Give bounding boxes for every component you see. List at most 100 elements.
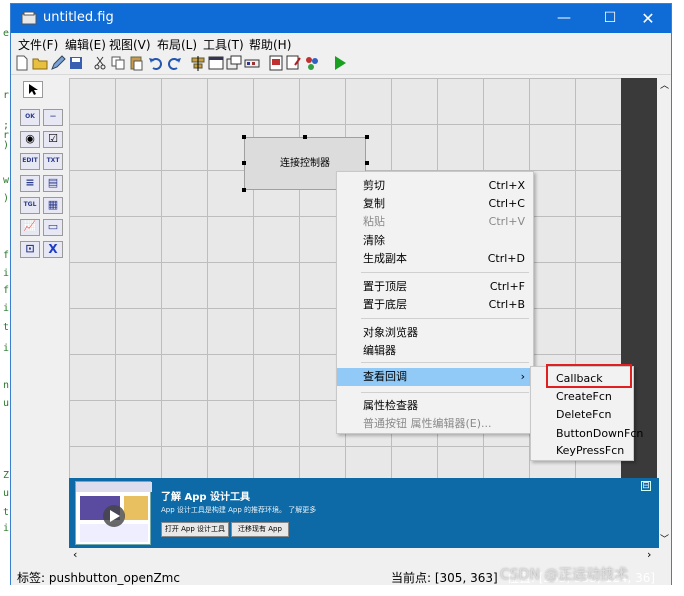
radio-button-tool-icon[interactable]: ◉ xyxy=(20,131,40,148)
context-menu-item[interactable]: 置于顶层 Ctrl+F xyxy=(337,278,533,296)
app-designer-banner: 了解 App 设计工具 App 设计工具是构建 App 的推荐环境。 了解更多 … xyxy=(69,478,659,550)
popup-menu-tool-icon[interactable]: ≡ xyxy=(20,175,40,192)
context-menu-item[interactable]: 生成副本 Ctrl+D xyxy=(337,250,533,268)
title-bar[interactable]: untitled.fig — ☐ ✕ xyxy=(11,4,671,33)
menu-separator xyxy=(361,318,529,319)
menu-tools[interactable]: 工具(T) xyxy=(203,36,244,53)
save-icon[interactable] xyxy=(68,55,84,71)
static-text-tool-icon[interactable]: TXT xyxy=(43,153,63,170)
checkbox-tool-icon[interactable]: ☑ xyxy=(43,131,63,148)
menu-item-label: 编辑器 xyxy=(363,344,396,357)
editor-icon[interactable] xyxy=(268,55,284,71)
context-menu-item[interactable]: 粘贴 Ctrl+V xyxy=(337,213,533,231)
scroll-left-icon[interactable]: ‹ xyxy=(73,548,77,561)
context-menu-item[interactable]: 普通按钮 属性编辑器(E)... xyxy=(337,415,533,433)
submenu-item[interactable]: CreateFcn xyxy=(556,390,612,403)
component-palette: OK — ◉ ☑ EDIT TXT ≡ ▤ TGL ▦ 📈 ▭ ⊡ X xyxy=(11,75,67,545)
context-menu-item[interactable]: 清除 xyxy=(337,232,533,250)
banner-text: App 设计工具是构建 App 的推荐环境。 了解更多 xyxy=(161,506,317,514)
tab-order-icon[interactable] xyxy=(226,55,242,71)
menu-item-shortcut: › xyxy=(520,370,525,383)
redo-icon[interactable] xyxy=(166,55,182,71)
menu-separator xyxy=(361,362,529,363)
menu-item-label: 置于顶层 xyxy=(363,280,407,293)
migrate-app-button[interactable]: 迁移现有 App xyxy=(231,522,289,537)
collapse-banner-icon[interactable]: ⊟ xyxy=(641,481,651,491)
resize-handle[interactable] xyxy=(242,188,246,192)
scroll-right-icon[interactable]: › xyxy=(647,548,651,561)
toolbar-editor-icon[interactable] xyxy=(244,55,260,71)
resize-handle[interactable] xyxy=(242,135,246,139)
editor-margin-char: ) xyxy=(3,140,10,151)
editor-margin-char: u xyxy=(3,488,10,499)
menu-file[interactable]: 文件(F) xyxy=(18,36,58,53)
submenu-item[interactable]: ButtonDownFcn xyxy=(556,427,643,440)
table-tool-icon[interactable]: ▦ xyxy=(43,197,63,214)
context-menu-item[interactable]: 属性检查器 xyxy=(337,397,533,415)
activex-tool-icon[interactable]: X xyxy=(43,241,63,258)
context-menu-item[interactable]: 查看回调 › xyxy=(337,368,533,386)
minimize-button[interactable]: — xyxy=(541,4,587,33)
submenu-item[interactable]: KeyPressFcn xyxy=(556,444,624,457)
toolbar xyxy=(11,53,671,75)
context-menu-item[interactable]: 编辑器 xyxy=(337,342,533,360)
resize-handle[interactable] xyxy=(365,161,369,165)
banner-video-thumbnail[interactable] xyxy=(75,481,152,545)
scroll-up-icon[interactable]: ︿ xyxy=(660,78,669,91)
editor-margin-char: ) xyxy=(3,193,10,204)
context-menu: 剪切 Ctrl+X 复制 Ctrl+C 粘贴 Ctrl+V 清除生成副本 Ctrl+D 置于顶层… xyxy=(336,171,534,434)
menu-edit[interactable]: 编辑(E) xyxy=(65,36,106,53)
status-current-point: 当前点: [305, 363] xyxy=(391,571,498,585)
editor-margin-char: i xyxy=(3,303,10,314)
paste-icon[interactable] xyxy=(128,55,144,71)
vertical-scrollbar[interactable]: ︿ ﹀ xyxy=(659,76,671,548)
scroll-down-icon[interactable]: ﹀ xyxy=(660,532,669,545)
resize-handle[interactable] xyxy=(303,135,307,139)
select-tool-icon[interactable] xyxy=(23,81,43,98)
run-icon[interactable] xyxy=(332,55,348,71)
menu-item-label: 清除 xyxy=(363,234,385,247)
cut-icon[interactable] xyxy=(92,55,108,71)
new-file-icon[interactable] xyxy=(14,55,30,71)
window-title: untitled.fig xyxy=(43,10,114,25)
submenu-item[interactable]: DeleteFcn xyxy=(556,408,612,421)
property-inspector-icon[interactable] xyxy=(286,55,302,71)
horizontal-scrollbar[interactable]: ‹ › xyxy=(69,548,659,562)
menu-item-shortcut: Ctrl+X xyxy=(488,179,525,192)
copy-icon[interactable] xyxy=(110,55,126,71)
object-browser-icon[interactable] xyxy=(304,55,320,71)
editor-margin-char: n xyxy=(3,380,10,391)
context-menu-item[interactable]: 置于底层 Ctrl+B xyxy=(337,296,533,314)
listbox-tool-icon[interactable]: ▤ xyxy=(43,175,63,192)
axes-tool-icon[interactable]: 📈 xyxy=(20,219,40,236)
menu-editor-icon[interactable] xyxy=(208,55,224,71)
menu-layout[interactable]: 布局(L) xyxy=(157,36,197,53)
context-menu-item[interactable]: 剪切 Ctrl+X xyxy=(337,177,533,195)
undo-icon[interactable] xyxy=(148,55,164,71)
pushbutton-tool-icon[interactable]: OK xyxy=(20,109,40,126)
menu-item-label: 生成副本 xyxy=(363,252,407,265)
resize-handle[interactable] xyxy=(242,161,246,165)
context-menu-item[interactable]: 复制 Ctrl+C xyxy=(337,195,533,213)
panel-tool-icon[interactable]: ▭ xyxy=(43,219,63,236)
edit-text-tool-icon[interactable]: EDIT xyxy=(20,153,40,170)
menu-view[interactable]: 视图(V) xyxy=(109,36,151,53)
editor-margin-char: i xyxy=(3,523,10,534)
open-folder-icon[interactable] xyxy=(32,55,48,71)
button-group-tool-icon[interactable]: ⊡ xyxy=(20,241,40,258)
menu-separator xyxy=(361,272,529,273)
resize-handle[interactable] xyxy=(365,135,369,139)
open-app-designer-button[interactable]: 打开 App 设计工具 xyxy=(161,522,229,537)
context-menu-item[interactable]: 对象浏览器 xyxy=(337,324,533,342)
slider-tool-icon[interactable]: — xyxy=(43,109,63,126)
close-button[interactable]: ✕ xyxy=(625,4,671,33)
menu-bar: 文件(F) 编辑(E) 视图(V) 布局(L) 工具(T) 帮助(H) xyxy=(11,33,671,53)
menu-separator xyxy=(361,392,529,393)
align-icon[interactable] xyxy=(190,55,206,71)
edit-icon[interactable] xyxy=(50,55,66,71)
watermark: CSDN @正运动技术 xyxy=(500,567,629,583)
menu-help[interactable]: 帮助(H) xyxy=(249,36,291,53)
editor-margin-char: i xyxy=(3,268,10,279)
toggle-button-tool-icon[interactable]: TGL xyxy=(20,197,40,214)
menu-item-shortcut: Ctrl+V xyxy=(488,215,525,228)
